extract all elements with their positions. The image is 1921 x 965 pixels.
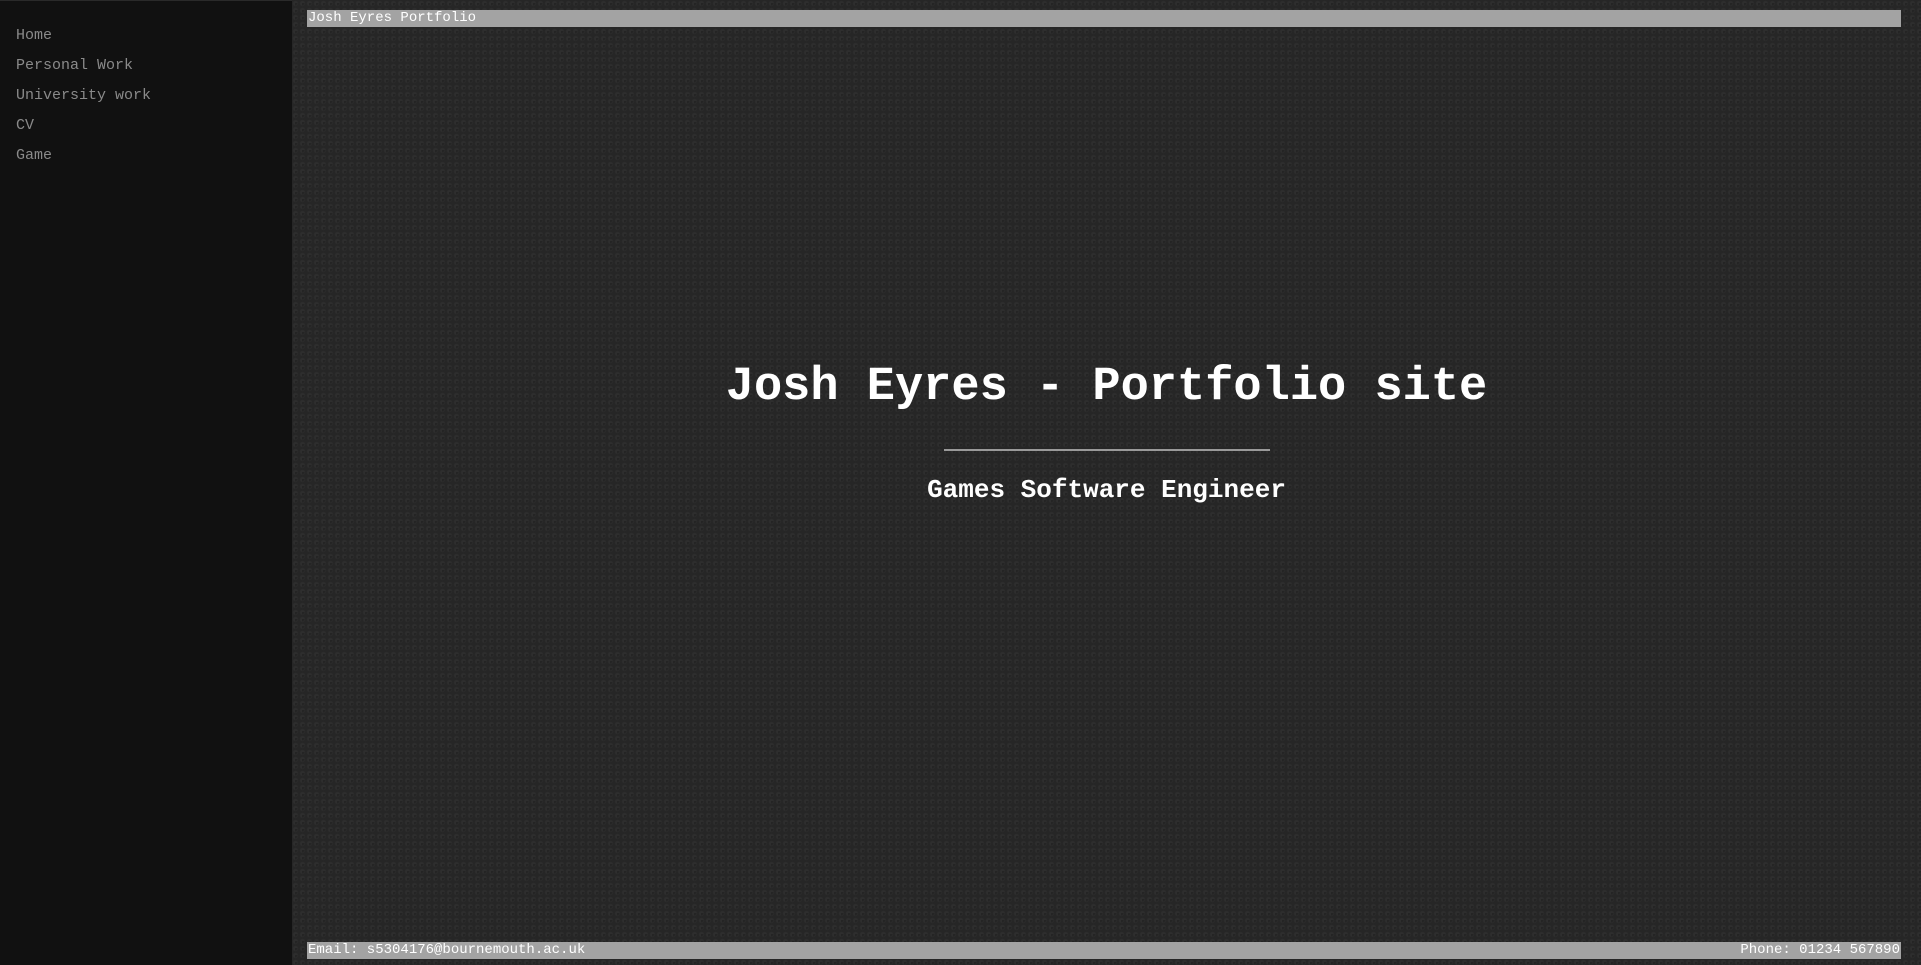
- title-divider: [943, 449, 1270, 451]
- nav-item-game[interactable]: Game: [0, 145, 292, 175]
- nav-item-cv[interactable]: CV: [0, 115, 292, 145]
- main-content: Josh Eyres Portfolio Josh Eyres - Portfo…: [292, 0, 1921, 965]
- site-title: Josh Eyres Portfolio: [308, 10, 477, 26]
- page-subtitle: Games Software Engineer: [927, 475, 1286, 505]
- nav-item-university-work[interactable]: University work: [0, 85, 292, 115]
- footer-bar: Email: s5304176@bournemouth.ac.uk Phone:…: [307, 942, 1901, 959]
- footer-email: Email: s5304176@bournemouth.ac.uk: [308, 942, 586, 958]
- nav-item-personal-work[interactable]: Personal Work: [0, 55, 292, 85]
- sidebar-nav: Home Personal Work University work CV Ga…: [0, 0, 292, 965]
- page-title: Josh Eyres - Portfolio site: [725, 361, 1488, 414]
- header-bar: Josh Eyres Portfolio: [307, 10, 1901, 27]
- hero-section: Josh Eyres - Portfolio site Games Softwa…: [292, 360, 1921, 505]
- footer-phone: Phone: 01234 567890: [1740, 942, 1900, 958]
- nav-item-home[interactable]: Home: [0, 25, 292, 55]
